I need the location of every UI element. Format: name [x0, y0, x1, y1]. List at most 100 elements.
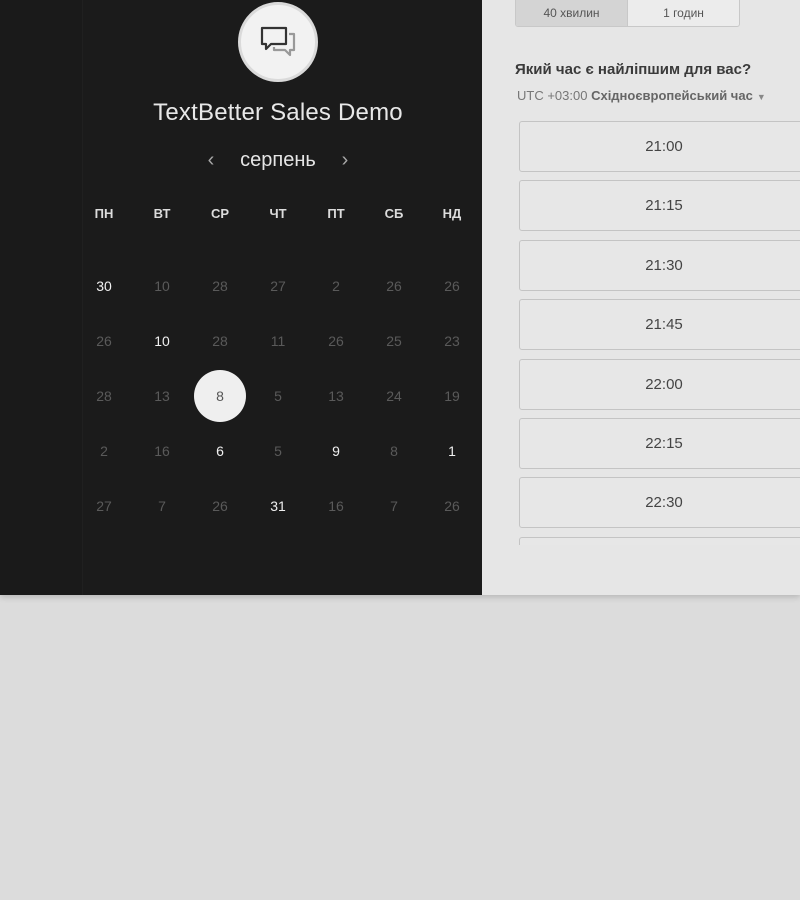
calendar-day: 26	[307, 313, 365, 368]
chat-bubbles-icon	[260, 26, 296, 57]
booking-widget: TextBetter Sales Demo ‹ серпень › ПН ВТ …	[0, 0, 800, 595]
month-navigator: ‹ серпень ›	[200, 145, 356, 175]
side-strip	[0, 0, 83, 595]
calendar-day: 19	[423, 368, 481, 423]
calendar-day[interactable]: 10	[133, 313, 191, 368]
day-number: 27	[270, 277, 286, 294]
day-number: 16	[154, 442, 170, 459]
calendar-day[interactable]: 1	[423, 423, 481, 478]
day-number: 9	[332, 442, 340, 459]
next-month-chevron-icon[interactable]: ›	[334, 146, 356, 174]
calendar-day: 28	[191, 313, 249, 368]
day-number: 31	[270, 497, 286, 514]
day-number: 7	[390, 497, 398, 514]
calendar-day: 26	[75, 313, 133, 368]
time-slot-button[interactable]: 21:30	[519, 239, 800, 291]
duration-option-40min[interactable]: 40 хвилин	[516, 0, 628, 26]
calendar-day[interactable]: 6	[191, 423, 249, 478]
calendar-panel: TextBetter Sales Demo ‹ серпень › ПН ВТ …	[0, 0, 482, 595]
calendar-day: 8	[365, 423, 423, 478]
day-number: 16	[328, 497, 344, 514]
timezone-offset: UTC +03:00	[517, 88, 588, 103]
day-number: 13	[328, 387, 344, 404]
day-number: 26	[212, 497, 228, 514]
calendar-day[interactable]: 31	[249, 478, 307, 533]
weekday-header: ПН ВТ СР ЧТ ПТ СБ НД	[75, 206, 481, 226]
calendar-day: 5	[249, 368, 307, 423]
calendar-day: 23	[423, 313, 481, 368]
calendar-day: 26	[191, 478, 249, 533]
time-slot-button[interactable]: 21:00	[519, 121, 800, 172]
calendar-day: 2	[307, 258, 365, 313]
calendar-day: 16	[133, 423, 191, 478]
calendar-day: 5	[249, 423, 307, 478]
duration-option-1h[interactable]: 1 годин	[628, 0, 739, 26]
weekday-label: СР	[210, 206, 230, 221]
calendar-day[interactable]: 9	[307, 423, 365, 478]
weekday-label: ЧТ	[269, 206, 287, 221]
day-number: 28	[212, 277, 228, 294]
calendar-day: 13	[133, 368, 191, 423]
calendar-day: 27	[249, 258, 307, 313]
day-number: 2	[100, 442, 108, 459]
day-number: 26	[444, 497, 460, 514]
calendar-day: 25	[365, 313, 423, 368]
calendar-day: 24	[365, 368, 423, 423]
duration-toggle: 40 хвилин 1 годин	[515, 0, 740, 27]
time-slot-list[interactable]: 21:00 21:15 21:30 21:45 22:00 22:15 22:30	[519, 121, 800, 545]
day-number: 26	[96, 332, 112, 349]
day-number: 26	[444, 277, 460, 294]
calendar-day: 11	[249, 313, 307, 368]
day-number: 30	[96, 277, 112, 294]
dropdown-caret-icon: ▼	[756, 92, 766, 102]
selected-day[interactable]: 8	[191, 368, 249, 423]
weekday-label: СБ	[384, 206, 404, 221]
time-slot-button[interactable]: 22:30	[519, 477, 800, 529]
calendar-day: 26	[365, 258, 423, 313]
event-title: TextBetter Sales Demo	[153, 99, 403, 126]
timezone-name: Східноєвропейський час	[591, 88, 753, 103]
day-number: 11	[270, 332, 286, 349]
day-number: 26	[328, 332, 344, 349]
day-grid: 30 10 28 27 2 26 26 26 10 28 11 26 25 23 28 13 8 5 13 24 19 2…	[75, 258, 481, 533]
time-slot-button[interactable]: 21:15	[519, 180, 800, 232]
day-number: 23	[444, 332, 460, 349]
prev-month-chevron-icon[interactable]: ‹	[200, 146, 222, 174]
event-avatar	[238, 2, 318, 82]
calendar-day: 26	[423, 478, 481, 533]
calendar-day: 26	[423, 258, 481, 313]
weekday-label: ВТ	[153, 206, 171, 221]
day-number: 28	[212, 332, 228, 349]
time-slot-button[interactable]: 22:15	[519, 417, 800, 469]
day-number: 7	[158, 497, 166, 514]
day-number: 6	[216, 442, 224, 459]
time-slot-button[interactable]: 21:45	[519, 299, 800, 351]
time-slot-button[interactable]	[519, 536, 800, 545]
day-number: 24	[386, 387, 402, 404]
day-number: 26	[386, 277, 402, 294]
day-number: 10	[154, 277, 170, 294]
calendar-day: 7	[133, 478, 191, 533]
day-number: 19	[444, 387, 460, 404]
calendar-day: 27	[75, 478, 133, 533]
day-number: 2	[332, 277, 340, 294]
month-label: серпень	[240, 148, 316, 171]
weekday-label: НД	[442, 206, 462, 221]
calendar-day: 13	[307, 368, 365, 423]
time-slot-button[interactable]: 22:00	[519, 358, 800, 410]
day-number: 10	[154, 332, 170, 349]
calendar-day: 28	[191, 258, 249, 313]
day-number: 8	[194, 369, 246, 422]
day-number: 25	[386, 332, 402, 349]
time-question: Який час є найліпшим для вас?	[515, 61, 752, 78]
calendar-day: 7	[365, 478, 423, 533]
time-panel: 40 хвилин 1 годин Який час є найліпшим д…	[482, 0, 800, 595]
timezone-selector[interactable]: UTC +03:00 Східноєвропейський час ▼	[517, 88, 766, 103]
day-number: 5	[274, 442, 282, 459]
calendar-day: 28	[75, 368, 133, 423]
weekday-label: ПТ	[327, 206, 345, 221]
calendar-day[interactable]: 30	[75, 258, 133, 313]
day-number: 28	[96, 387, 112, 404]
day-number: 8	[390, 442, 398, 459]
weekday-label: ПН	[94, 206, 114, 221]
